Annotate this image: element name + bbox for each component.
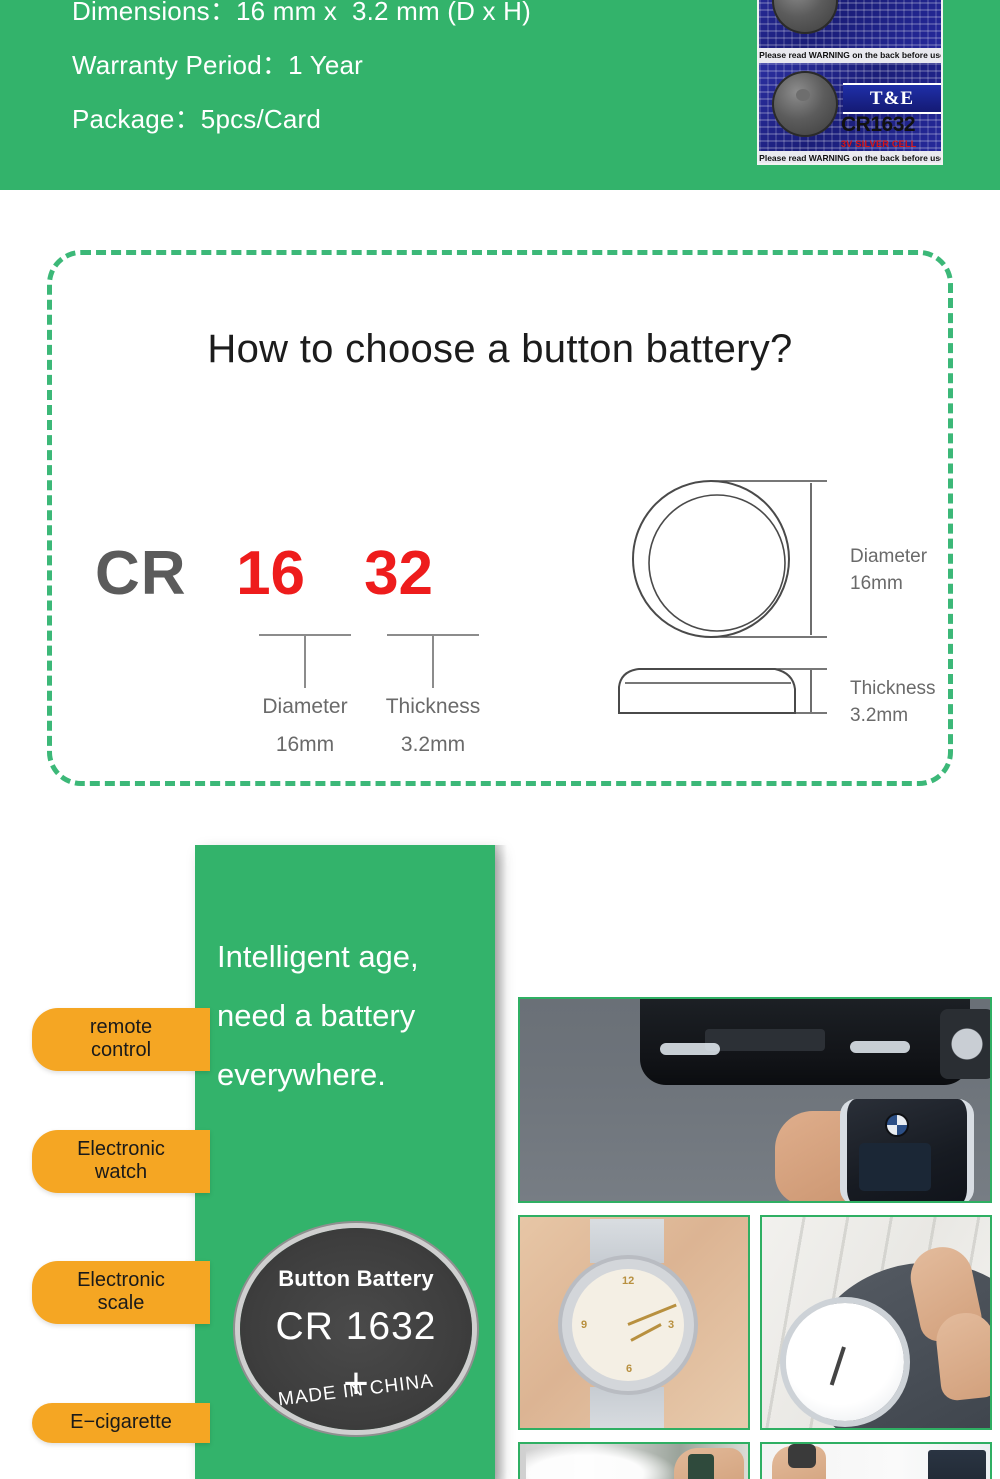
code-diameter-caption: Diameter 16mm <box>247 688 363 764</box>
coin-cell-icon <box>772 71 838 137</box>
button-battery-badge: Button Battery CR 1632 + MADE IN CHINA <box>240 1228 472 1430</box>
device-scene <box>762 1444 990 1479</box>
wristwatch-photo: 12 3 6 9 <box>518 1215 750 1430</box>
battery-blister-pack-photo: CR1632 3V SILVER CELL Please read WARNIN… <box>757 0 943 165</box>
code-thickness-digits: 32 <box>364 539 434 608</box>
hand-holding-device <box>772 1444 826 1479</box>
usage-tag-line-1: E−cigarette <box>70 1411 172 1433</box>
drawing-diameter-label: Diameter <box>850 546 928 567</box>
code-prefix-cr: CR <box>95 539 187 608</box>
usage-tag-e-cigarette[interactable]: E−cigarette <box>32 1403 210 1443</box>
pack-model-bottom: CR1632 <box>841 113 916 136</box>
pack-brand-label: T&E <box>843 83 941 114</box>
how-to-choose-title: How to choose a button battery? <box>207 327 793 371</box>
drawing-diameter-value: 16mm <box>850 573 903 594</box>
watch-hour-hand <box>630 1323 662 1342</box>
code-diameter-digits: 16 <box>236 539 306 608</box>
scale-needle <box>829 1346 846 1386</box>
car-headlight-right <box>850 1041 910 1053</box>
scale-scene <box>762 1217 990 1428</box>
scale-dial <box>786 1303 904 1421</box>
car-wheel <box>940 1009 990 1079</box>
car-grille <box>705 1029 825 1051</box>
promo-headline: Intelligent age, need a battery everywhe… <box>217 927 482 1104</box>
promo-headline-line-2: need a battery <box>217 998 416 1033</box>
drawing-thickness-caption: Thickness 3.2mm <box>850 675 936 729</box>
watch-band-bottom <box>590 1387 664 1428</box>
battery-dimension-drawing: Diameter 16mm Thickness 3.2mm <box>615 475 945 726</box>
car-key-fob-photo <box>518 997 992 1203</box>
drawing-thickness-label: Thickness <box>850 678 936 699</box>
spec-header: Dimensions：16 mm x 3.2 mm (D x H) Warran… <box>0 0 1000 190</box>
usage-tag-line-2: scale <box>97 1292 145 1314</box>
code-thickness-label: Thickness <box>385 695 481 718</box>
spec-line-warranty: Warranty Period：1 Year <box>72 50 364 80</box>
code-thickness-value: 3.2mm <box>400 733 466 756</box>
usage-tag-electronic-scale[interactable]: Electronic scale <box>32 1261 210 1324</box>
spec-line-package: Package：5pcs/Card <box>72 104 322 134</box>
usage-tag-line-2: watch <box>94 1161 148 1183</box>
pack-subtitle-bottom: 3V SILVER CELL <box>841 139 917 149</box>
pack-warning-bottom: Please read WARNING on the back before u… <box>759 151 941 163</box>
device-photo <box>760 1442 992 1479</box>
badge-title: Button Battery <box>278 1266 434 1291</box>
car-key-fob <box>840 1099 974 1201</box>
car-scene <box>520 999 990 1201</box>
device-body <box>928 1450 986 1479</box>
watch-scene: 12 3 6 9 <box>520 1217 748 1428</box>
promo-headline-line-1: Intelligent age, <box>217 939 419 974</box>
usage-tag-line-1: Electronic <box>77 1269 165 1291</box>
drawing-thickness-value: 3.2mm <box>850 705 909 726</box>
bathroom-scale-photo <box>760 1215 992 1430</box>
spec-line-dimensions: Dimensions：16 mm x 3.2 mm (D x H) <box>72 0 531 26</box>
thickness-brace <box>387 634 479 688</box>
pack-cell-top: CR1632 3V SILVER CELL Please read WARNIN… <box>759 0 941 63</box>
promo-headline-line-3: everywhere. <box>217 1057 386 1092</box>
foot-right <box>933 1310 990 1402</box>
code-diameter-label: Diameter <box>262 695 348 718</box>
e-cigarette-device <box>688 1454 714 1479</box>
e-cigarette-photo <box>518 1442 750 1479</box>
badge-model: CR 1632 <box>275 1305 437 1348</box>
watch-face: 12 3 6 9 <box>572 1269 684 1381</box>
product-detail-page: Dimensions：16 mm x 3.2 mm (D x H) Warran… <box>0 0 1000 1479</box>
battery-code-breakdown: CR 16 32 Diameter 16mm Thickness 3.2mm <box>95 538 480 756</box>
watch-hour-3: 3 <box>668 1319 675 1331</box>
usage-tag-line-1: Electronic <box>77 1138 165 1160</box>
panel-shadow <box>495 845 507 1479</box>
car-headlight-left <box>660 1043 720 1055</box>
spec-list: Dimensions：16 mm x 3.2 mm (D x H) Warran… <box>72 0 531 146</box>
vape-scene <box>520 1444 748 1479</box>
diameter-brace <box>259 634 351 688</box>
watch-hour-9: 9 <box>581 1319 588 1331</box>
pack-cell-bottom: T&E CR1632 3V SILVER CELL Please read WA… <box>759 63 941 163</box>
usage-tag-line-1: remote <box>89 1016 153 1038</box>
device-tip <box>788 1444 816 1468</box>
usage-tag-electronic-watch[interactable]: Electronic watch <box>32 1130 210 1193</box>
key-fob-screen <box>859 1143 931 1191</box>
code-diameter-value: 16mm <box>275 733 335 756</box>
pack-warning-top: Please read WARNING on the back before u… <box>759 48 941 63</box>
watch-hour-6: 6 <box>626 1363 633 1375</box>
usage-tag-remote-control[interactable]: remote control <box>32 1008 210 1071</box>
coin-cell-icon <box>772 0 838 34</box>
watch-band-top <box>590 1219 664 1263</box>
watch-hour-12: 12 <box>622 1275 635 1287</box>
vapor-cloud <box>526 1444 676 1479</box>
car-brand-logo-icon <box>885 1113 909 1137</box>
watch-case: 12 3 6 9 <box>562 1259 694 1391</box>
usage-tag-line-2: control <box>90 1039 152 1061</box>
code-thickness-caption: Thickness 3.2mm <box>375 688 491 764</box>
drawing-diameter-caption: Diameter 16mm <box>850 543 927 597</box>
